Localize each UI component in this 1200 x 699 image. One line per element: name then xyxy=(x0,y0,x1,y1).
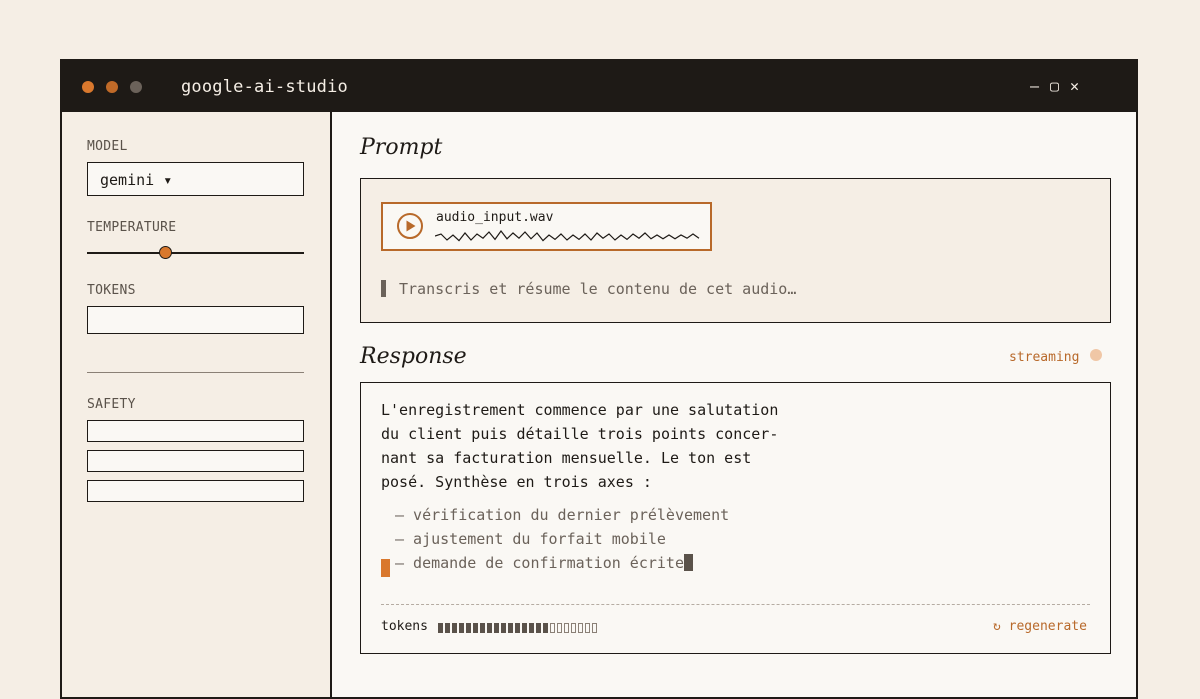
streaming-status: streaming xyxy=(1009,350,1080,365)
tokens-usage-meter xyxy=(438,623,597,633)
zoom-traffic-light[interactable] xyxy=(130,81,142,93)
model-select[interactable]: gemini ▾ xyxy=(87,162,304,196)
token-segment-filled xyxy=(508,623,513,633)
response-line: L'enregistrement commence par une saluta… xyxy=(381,401,779,419)
main-panel: Prompt audio_input.wav Transcris et résu… xyxy=(332,112,1136,697)
streaming-indicator xyxy=(1090,349,1102,361)
typing-marker xyxy=(381,559,390,577)
token-segment-empty xyxy=(564,623,569,633)
token-segment-filled xyxy=(515,623,520,633)
response-output: L'enregistrement commence par une saluta… xyxy=(360,382,1111,654)
token-segment-filled xyxy=(529,623,534,633)
prompt-text-field[interactable]: Transcris et résume le contenu de cet au… xyxy=(381,280,796,298)
token-segment-empty xyxy=(571,623,576,633)
token-segment-empty xyxy=(585,623,590,633)
minimize-icon[interactable]: — xyxy=(1030,76,1039,96)
safety-field[interactable] xyxy=(87,480,304,502)
token-segment-filled xyxy=(501,623,506,633)
safety-label: SAFETY xyxy=(87,397,136,412)
prompt-text: Transcris et résume le contenu de cet au… xyxy=(399,280,797,298)
title-bar: google-ai-studio — ▢ ✕ xyxy=(62,61,1136,112)
response-line: du client puis détaille trois points con… xyxy=(381,425,779,443)
safety-field[interactable] xyxy=(87,450,304,472)
settings-sidebar: MODEL gemini ▾ TEMPERATURE TOKENS SAFETY xyxy=(62,112,332,697)
sidebar-divider xyxy=(87,372,304,373)
token-segment-filled xyxy=(473,623,478,633)
token-segment-empty xyxy=(592,623,597,633)
temperature-slider-thumb[interactable] xyxy=(159,246,173,259)
regenerate-button[interactable]: ↻ regenerate xyxy=(993,619,1087,634)
token-segment-filled xyxy=(543,623,548,633)
token-segment-empty xyxy=(550,623,555,633)
close-icon[interactable]: ✕ xyxy=(1070,76,1079,96)
token-segment-filled xyxy=(466,623,471,633)
token-segment-filled xyxy=(480,623,485,633)
waveform-icon xyxy=(435,230,700,242)
token-segment-filled xyxy=(452,623,457,633)
play-icon[interactable] xyxy=(396,212,424,240)
token-segment-filled xyxy=(438,623,443,633)
token-segment-filled xyxy=(459,623,464,633)
response-heading: Response xyxy=(360,344,467,369)
prompt-input-area[interactable]: audio_input.wav Transcris et résume le c… xyxy=(360,178,1111,323)
tokens-input[interactable] xyxy=(87,306,304,334)
token-segment-empty xyxy=(557,623,562,633)
token-segment-filled xyxy=(445,623,450,633)
temperature-slider[interactable] xyxy=(87,246,304,259)
response-bullet: — demande de confirmation écrite xyxy=(395,554,693,572)
response-bullet: — ajustement du forfait mobile xyxy=(395,530,666,548)
response-bullet-text: — demande de confirmation écrite xyxy=(395,554,684,572)
input-caret xyxy=(381,280,386,297)
model-label: MODEL xyxy=(87,139,128,154)
maximize-icon[interactable]: ▢ xyxy=(1050,76,1059,96)
token-segment-filled xyxy=(494,623,499,633)
prompt-heading: Prompt xyxy=(360,135,443,160)
close-traffic-light[interactable] xyxy=(82,81,94,93)
response-divider xyxy=(381,604,1090,605)
token-segment-filled xyxy=(522,623,527,633)
token-segment-filled xyxy=(487,623,492,633)
window-title: google-ai-studio xyxy=(181,77,348,97)
streaming-cursor xyxy=(683,554,693,571)
audio-filename: audio_input.wav xyxy=(436,210,554,225)
audio-attachment[interactable]: audio_input.wav xyxy=(381,202,712,251)
response-line: posé. Synthèse en trois axes : xyxy=(381,473,652,491)
tokens-label: TOKENS xyxy=(87,283,136,298)
safety-field[interactable] xyxy=(87,420,304,442)
token-segment-filled xyxy=(536,623,541,633)
app-window: google-ai-studio — ▢ ✕ MODEL gemini ▾ TE… xyxy=(60,59,1138,699)
temperature-label: TEMPERATURE xyxy=(87,220,177,235)
token-segment-empty xyxy=(578,623,583,633)
response-line: nant sa facturation mensuelle. Le ton es… xyxy=(381,449,752,467)
tokens-usage-label: tokens xyxy=(381,619,428,634)
response-bullet: — vérification du dernier prélèvement xyxy=(395,506,730,524)
minimize-traffic-light[interactable] xyxy=(106,81,118,93)
